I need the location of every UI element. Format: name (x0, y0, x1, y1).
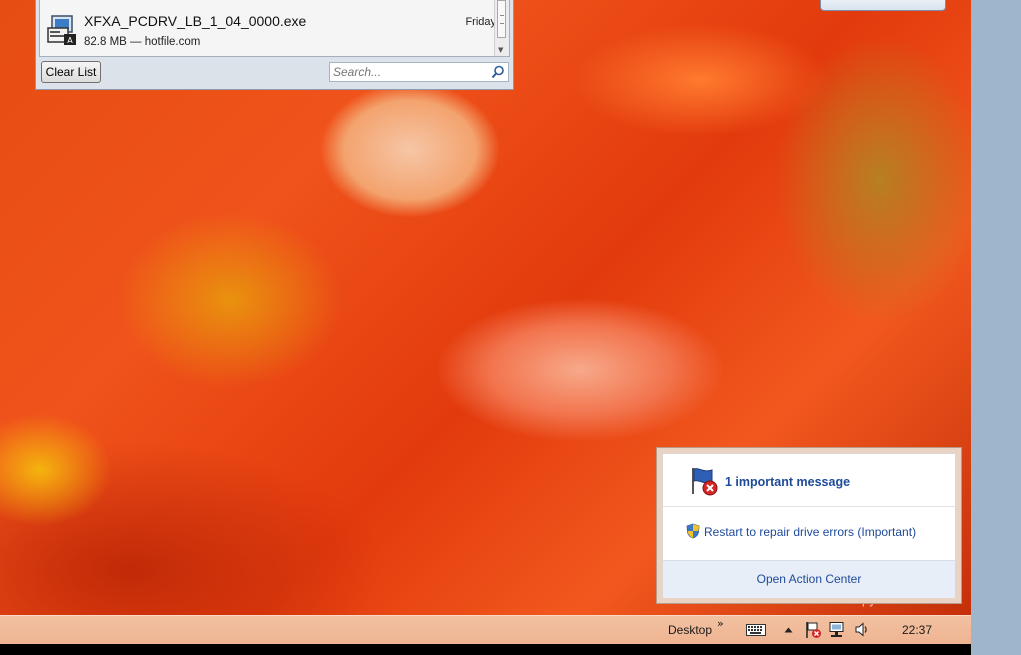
scroll-down-arrow-icon[interactable]: ▼ (498, 47, 503, 54)
action-center-flag-error-icon[interactable] (804, 621, 822, 639)
top-window-button[interactable] (820, 0, 946, 11)
desktop-right-edge (971, 0, 1021, 655)
open-action-center-link[interactable]: Open Action Center (663, 572, 955, 586)
downloads-panel: A XFXA_PCDRV_LB_1_04_0000.exe 82.8 MB — … (35, 0, 514, 90)
notification-title: 1 important message (725, 475, 851, 489)
keyboard-icon[interactable] (746, 624, 766, 636)
desktop-toolbar-label[interactable]: Desktop (668, 623, 712, 637)
downloads-search-box[interactable] (329, 62, 509, 82)
popup-content: 1 important message Restart to repair dr… (662, 453, 956, 598)
popup-header: 1 important message (663, 454, 955, 507)
network-icon[interactable] (828, 621, 846, 639)
download-item[interactable]: A XFXA_PCDRV_LB_1_04_0000.exe 82.8 MB — … (46, 10, 496, 54)
volume-icon[interactable] (855, 622, 871, 637)
taskbar: Desktop » 22:37 (0, 615, 971, 644)
popup-footer: Open Action Center (663, 560, 955, 598)
download-file-meta: 82.8 MB — hotfile.com (84, 36, 201, 48)
uac-shield-icon (686, 523, 700, 539)
clear-list-button[interactable]: Clear List (41, 61, 101, 83)
scrollbar-thumb[interactable] (497, 0, 506, 38)
download-date: Friday (465, 16, 496, 28)
clear-list-label: Clear List (45, 65, 97, 79)
download-file-name: XFXA_PCDRV_LB_1_04_0000.exe (84, 13, 307, 29)
svg-text:A: A (67, 36, 73, 45)
restart-repair-link[interactable]: Restart to repair drive errors (Importan… (704, 525, 916, 539)
screen-bottom-edge (0, 643, 971, 655)
action-center-flag-error-icon (692, 468, 718, 496)
taskbar-clock[interactable]: 22:37 (902, 623, 932, 637)
toolbar-overflow-chevron-icon[interactable]: » (717, 617, 724, 630)
notification-message-row[interactable]: Restart to repair drive errors (Importan… (663, 507, 955, 559)
downloads-search-input[interactable] (333, 64, 483, 80)
action-center-popup: 1 important message Restart to repair dr… (656, 447, 962, 604)
downloads-list: A XFXA_PCDRV_LB_1_04_0000.exe 82.8 MB — … (39, 0, 510, 57)
show-hidden-icons-arrow[interactable] (784, 627, 793, 633)
downloads-scrollbar[interactable]: ▼ (494, 0, 509, 56)
installer-file-icon: A (47, 15, 76, 45)
search-icon[interactable] (491, 65, 505, 79)
